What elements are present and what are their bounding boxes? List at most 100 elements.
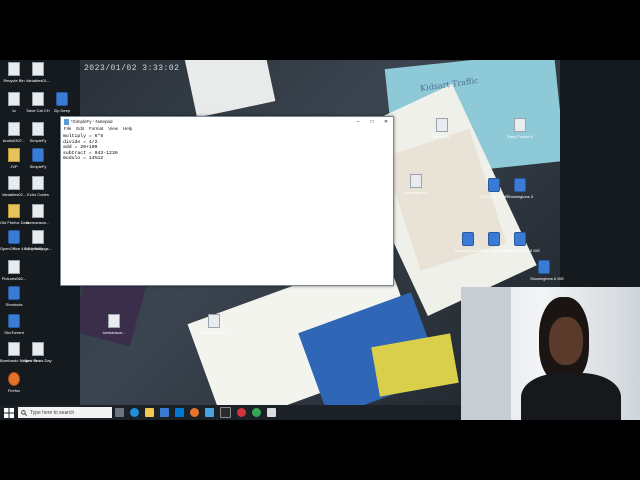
desktop-icon-label: Icemanson... [26, 220, 50, 225]
desktop-icon-label: New Years Day [24, 358, 52, 363]
folder-icon [8, 148, 20, 162]
firefox-icon [8, 372, 20, 386]
desktop-icon[interactable]: Hack Settings... [24, 230, 52, 251]
maximize-button[interactable]: □ [365, 119, 379, 125]
webcam-door [461, 287, 511, 420]
notepad-window[interactable]: *SimpleFy - Notepad – □ ✕ File Edit Form… [60, 116, 394, 286]
file-icon [8, 260, 20, 274]
webcam-overlay [461, 287, 640, 420]
app-icon [8, 286, 20, 300]
media-icon[interactable] [237, 408, 246, 417]
menu-help[interactable]: Help [123, 126, 132, 133]
wallpaper-timestamp: 2023/01/02 3:33:02 [84, 64, 180, 73]
file-icon [32, 122, 44, 136]
window-title: *SimpleFy - Notepad [71, 119, 113, 124]
chrome-icon[interactable] [252, 408, 261, 417]
desktop-icon[interactable]: ShoTorrent [0, 314, 28, 335]
file-icon [32, 204, 44, 218]
store-icon[interactable] [160, 408, 169, 417]
desktop-icon-label: Firefox [7, 388, 21, 393]
file-icon [514, 118, 526, 132]
desktop-icon[interactable]: Icemanson... [24, 204, 52, 225]
file-icon [32, 230, 44, 244]
menu-bar: File Edit Format View Help [61, 126, 393, 133]
file-icon [8, 62, 20, 76]
desktop-icon-label: Variables01... [25, 78, 51, 83]
desktop-icon[interactable]: Showingtons 3 [506, 178, 534, 199]
webcam-person-face [549, 317, 583, 365]
minimize-button[interactable]: – [351, 119, 365, 125]
notepad-icon [64, 118, 69, 125]
desktop-icon-label: SimpleFy [29, 164, 47, 169]
desktop-icon-label: Showingtons 1 [402, 190, 430, 195]
edge-icon[interactable] [130, 408, 139, 417]
close-button[interactable]: ✕ [379, 119, 393, 125]
task-view-icon[interactable] [115, 408, 124, 417]
desktop-icon-label: Icemanson... [102, 330, 126, 335]
desktop-icon[interactable]: Easy Pocket 6 [506, 118, 534, 139]
menu-view[interactable]: View [108, 126, 118, 133]
desktop-icon-label: SimpleFy [29, 138, 47, 143]
file-icon [8, 342, 20, 356]
app-icon [488, 178, 500, 192]
desktop-icon[interactable]: Firefox [0, 372, 28, 393]
file-icon [32, 342, 44, 356]
desktop-icon[interactable]: Showingtons 6 IDE [530, 260, 564, 281]
desktop-icon[interactable]: Pictures062... [0, 260, 28, 281]
desktop-icon-label: Showingtons 2 IDE [454, 248, 489, 253]
desktop-icon[interactable]: Showingtons 2 IDE [454, 232, 489, 253]
mail-icon[interactable] [175, 408, 184, 417]
desktop-icon[interactable]: Air Force 2 IDE [480, 178, 508, 199]
desktop-icon[interactable]: SimpleFy [24, 148, 52, 169]
desktop-icon[interactable]: Shortcuts [0, 286, 28, 307]
desktop-icon[interactable]: New Years Day [24, 342, 52, 363]
text-line: modulo = 14%12 [63, 156, 104, 162]
file-icon [208, 314, 220, 328]
app-icon [32, 148, 44, 162]
desktop-icon[interactable]: Zip Deep [48, 92, 76, 113]
desktop-icon-label: Air Force 2 IDE [480, 194, 508, 199]
windows-start-icon[interactable] [4, 407, 14, 418]
taskbar-search-box[interactable]: Type here to search [18, 407, 112, 418]
desktop-icon-label: Hack Settings... [24, 246, 53, 251]
desktop-icon-label: SimpleFy [433, 134, 451, 139]
app-icon[interactable] [205, 408, 214, 417]
desktop-icon[interactable]: Easy Pocket 4 [200, 314, 228, 335]
desktop-icon[interactable]: Echo Codes [24, 176, 52, 197]
desktop-icon-label: Showingtons 4 IDE [480, 248, 515, 253]
file-icon [8, 176, 20, 190]
desktop-icon[interactable]: SimpleFy [428, 118, 456, 139]
app-icon [514, 232, 526, 246]
desktop-icon-label: Zip Deep [53, 108, 71, 113]
desktop-icon[interactable]: Showingtons 5 IDE [506, 232, 541, 253]
desktop-icon-label: Echo Codes [27, 192, 49, 197]
app-icon [8, 314, 20, 328]
file-icon [32, 176, 44, 190]
desktop-icon-label: ShoTorrent [4, 330, 24, 335]
search-placeholder: Type here to search [30, 409, 75, 416]
desktop-icon-label: Showingtons 5 IDE [506, 248, 541, 253]
notepad-titlebar[interactable]: *SimpleFy - Notepad – □ ✕ [61, 117, 393, 126]
terminal-icon[interactable] [220, 407, 231, 418]
file-icon [32, 62, 44, 76]
file-explorer-icon[interactable] [145, 408, 154, 417]
desktop-icon[interactable]: SimpleFy [24, 122, 52, 143]
desktop-icon[interactable]: Variables01... [24, 62, 52, 83]
desktop-icon-label: Showingtons 3 [506, 194, 534, 199]
file-icon [8, 92, 20, 106]
desktop-icon[interactable]: Icemanson... [100, 314, 128, 335]
app-icon [462, 232, 474, 246]
text-editor-area[interactable]: multiply = 6*5 divide = 4/2 add = 20+100 su… [63, 134, 391, 283]
firefox-icon[interactable] [190, 408, 199, 417]
file-icon [108, 314, 120, 328]
file-icon [436, 118, 448, 132]
notepad-taskbar-icon[interactable] [267, 408, 276, 417]
desktop-icon[interactable]: Showingtons 4 IDE [480, 232, 515, 253]
app-icon [514, 178, 526, 192]
menu-edit[interactable]: Edit [76, 126, 84, 133]
menu-format[interactable]: Format [89, 126, 103, 133]
desktop-icon-label: Easy Pocket 4 [201, 330, 227, 335]
desktop-icon-label: Easy Pocket 6 [507, 134, 533, 139]
desktop-icon[interactable]: Showingtons 1 [402, 174, 430, 195]
menu-file[interactable]: File [64, 126, 71, 133]
